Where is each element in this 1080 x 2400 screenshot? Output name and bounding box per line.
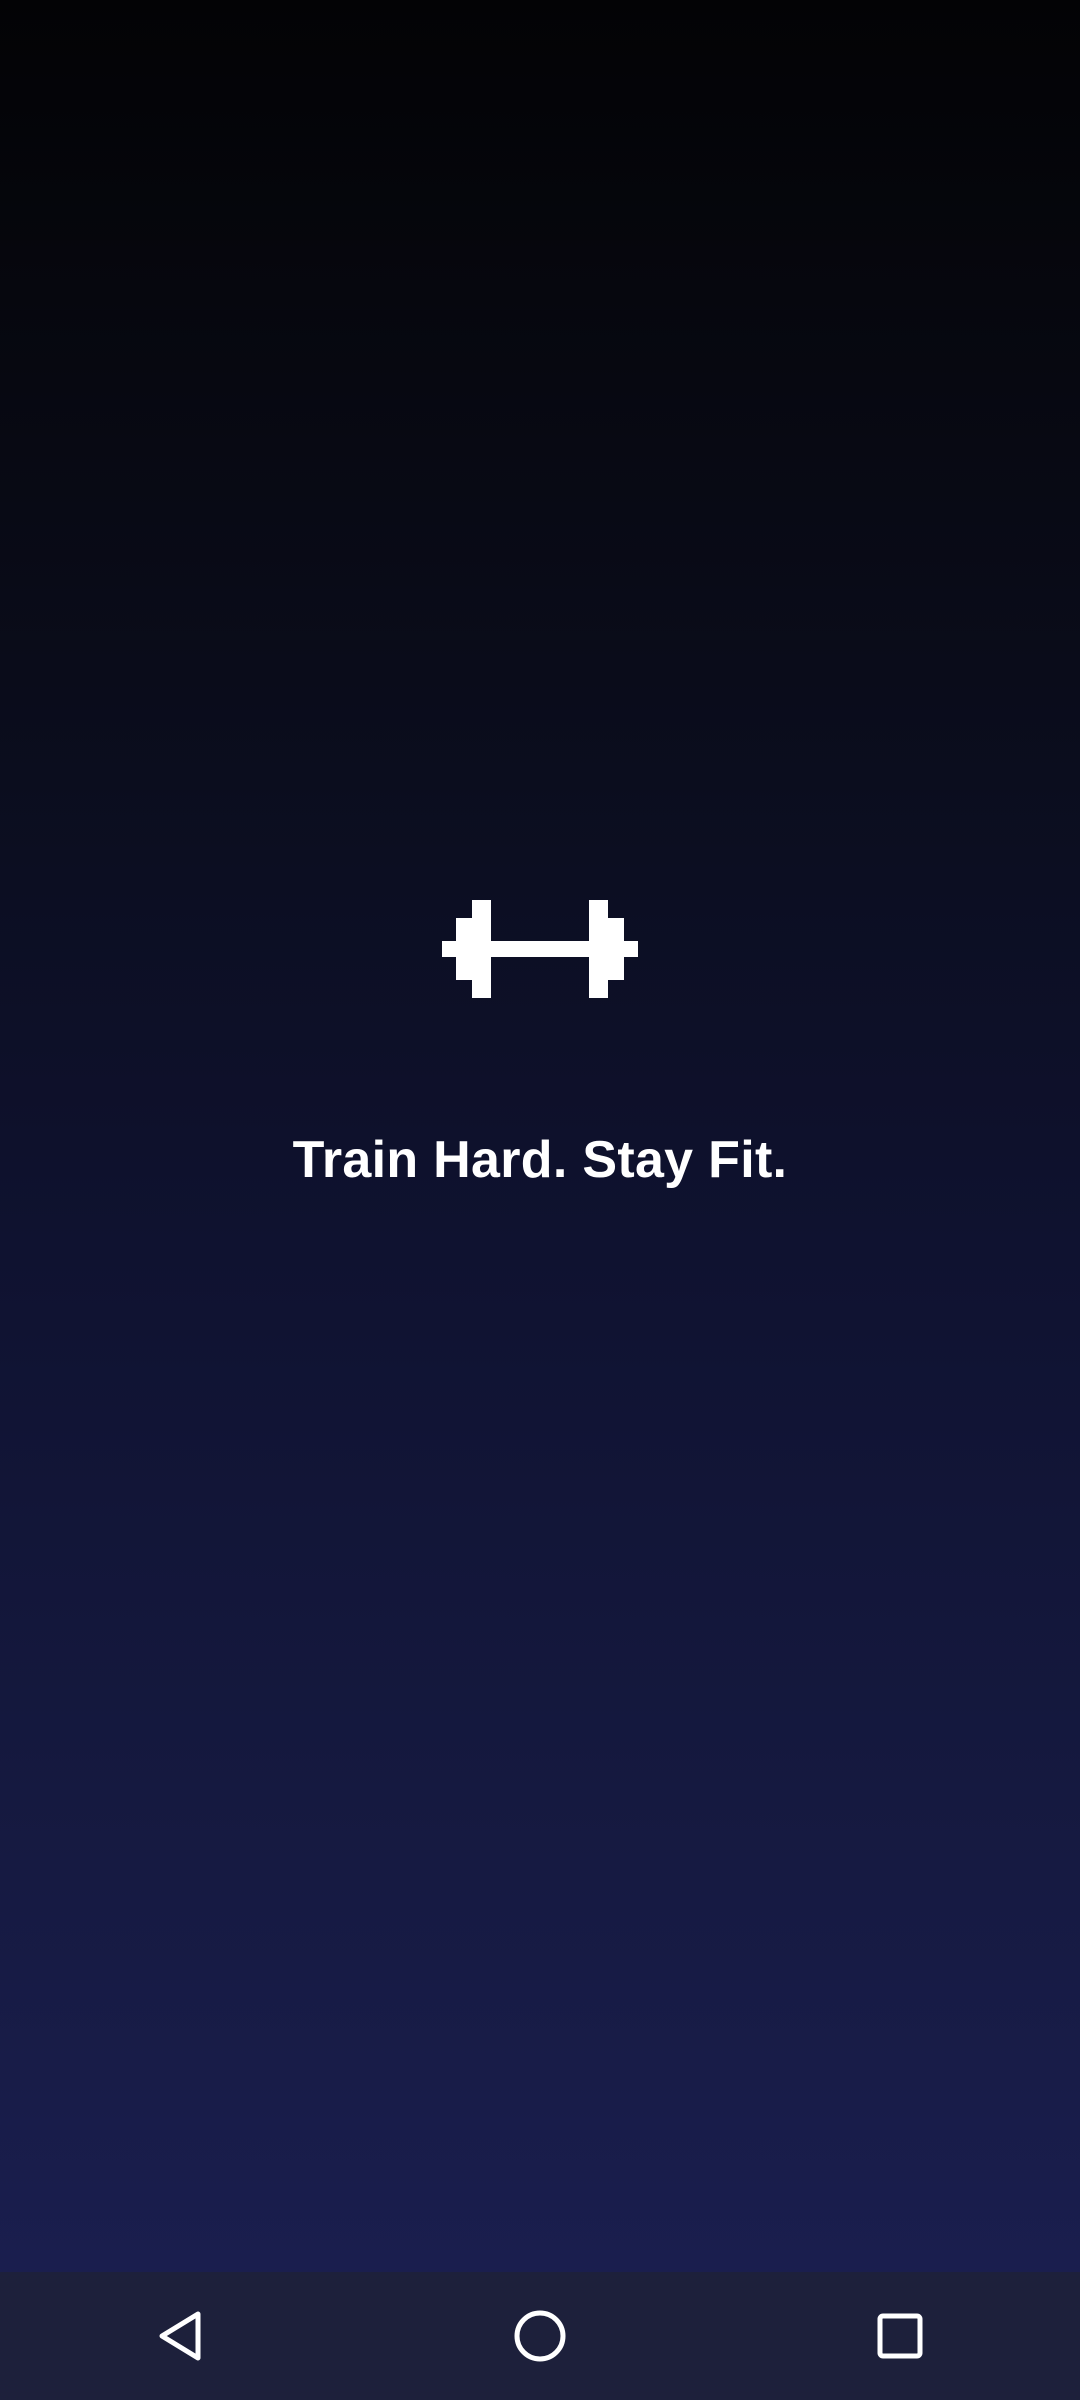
triangle-back-icon bbox=[159, 2311, 201, 2361]
recents-button[interactable] bbox=[836, 2272, 964, 2400]
circle-home-icon bbox=[514, 2310, 566, 2362]
tagline-text: Train Hard. Stay Fit. bbox=[292, 1131, 788, 1189]
back-button[interactable] bbox=[116, 2272, 244, 2400]
dumbbell-icon bbox=[442, 900, 638, 998]
system-navigation-bar bbox=[0, 2272, 1080, 2400]
square-recents-icon bbox=[877, 2313, 923, 2359]
splash-screen: Train Hard. Stay Fit. bbox=[0, 0, 1080, 2272]
home-button[interactable] bbox=[476, 2272, 604, 2400]
